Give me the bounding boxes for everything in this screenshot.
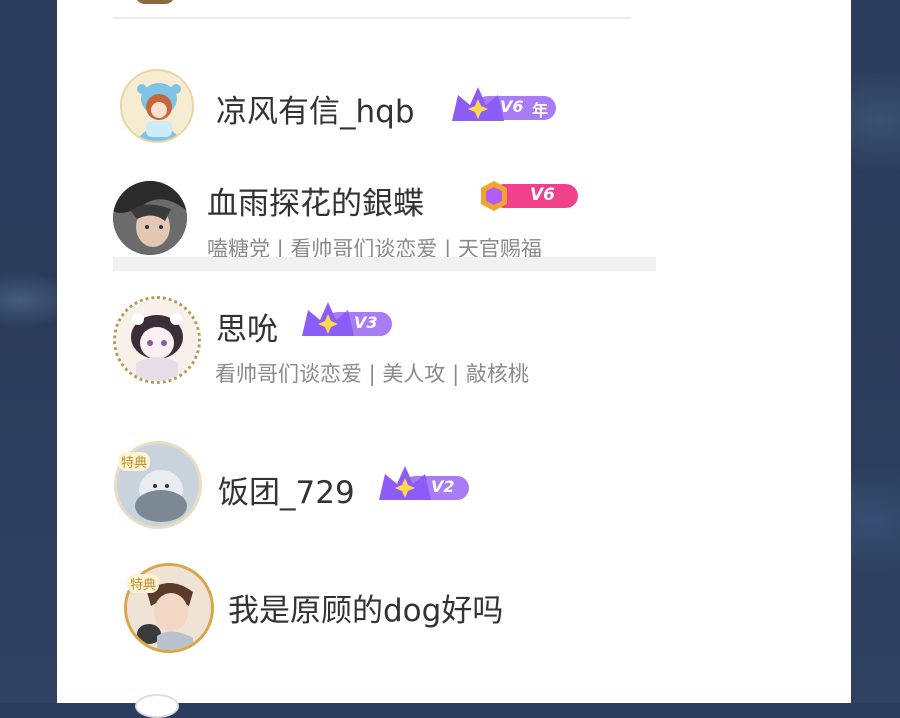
username[interactable]: 饭团_729 bbox=[218, 467, 355, 512]
avatar[interactable] bbox=[120, 69, 194, 143]
divider bbox=[113, 17, 631, 19]
avatar[interactable] bbox=[135, 694, 179, 718]
username[interactable]: 我是原顾的dog好吗 bbox=[228, 585, 503, 630]
avatar-frame-label: 特典 bbox=[127, 574, 160, 593]
vip-level-badge: V3 bbox=[300, 298, 394, 340]
avatar[interactable] bbox=[113, 296, 201, 384]
username[interactable]: 凉风有信_hqb bbox=[216, 86, 415, 131]
vip-level-label: V6 bbox=[500, 97, 524, 116]
avatar[interactable] bbox=[113, 181, 187, 255]
annual-label: 年 bbox=[532, 101, 549, 120]
interest-tags: 看帅哥们谈恋爱 | 美人攻 | 敲核桃 bbox=[215, 362, 529, 386]
username[interactable]: 思吮 bbox=[216, 304, 278, 349]
vip-level-badge: V2 bbox=[377, 462, 471, 504]
vip-level-label: V3 bbox=[354, 313, 378, 332]
avatar-frame-label: 特典 bbox=[118, 452, 151, 471]
vip-level-badge: V6 bbox=[478, 180, 580, 212]
avatar-illustration bbox=[116, 299, 198, 381]
avatar-illustration bbox=[113, 181, 187, 255]
vip-level-label: V2 bbox=[431, 477, 455, 496]
vip-level-label: V6 bbox=[530, 185, 555, 205]
divider bbox=[113, 257, 656, 271]
username[interactable]: 血雨探花的銀蝶 bbox=[207, 178, 424, 223]
vip-level-badge: V6 年 bbox=[450, 85, 558, 127]
